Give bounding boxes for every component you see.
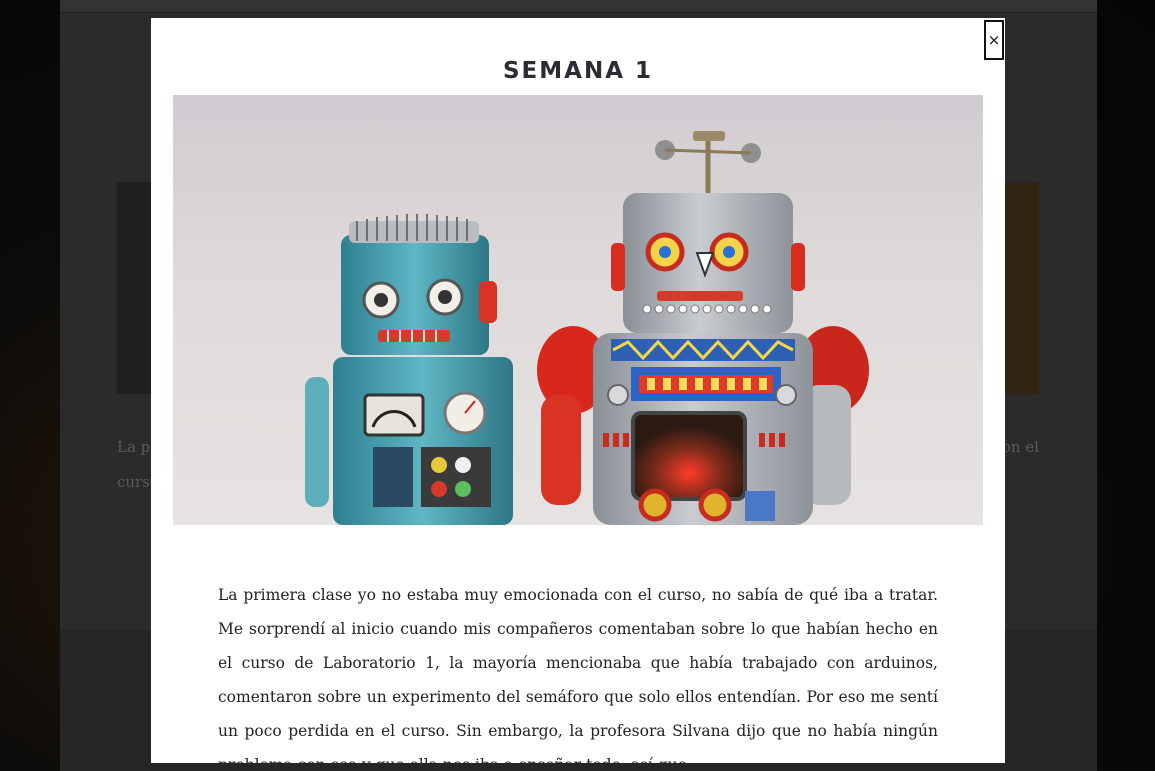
close-button[interactable]: × bbox=[984, 20, 1004, 60]
background-header bbox=[60, 0, 1097, 13]
modal-body-text: La primera clase yo no estaba muy emocio… bbox=[218, 578, 938, 763]
robot-toys-image bbox=[173, 95, 983, 525]
paragraph: La primera clase yo no estaba muy emocio… bbox=[218, 586, 938, 763]
modal-dialog: SEMANA 1 × La primera clase yo no estaba… bbox=[151, 18, 1005, 763]
modal-title: SEMANA 1 bbox=[502, 58, 654, 84]
